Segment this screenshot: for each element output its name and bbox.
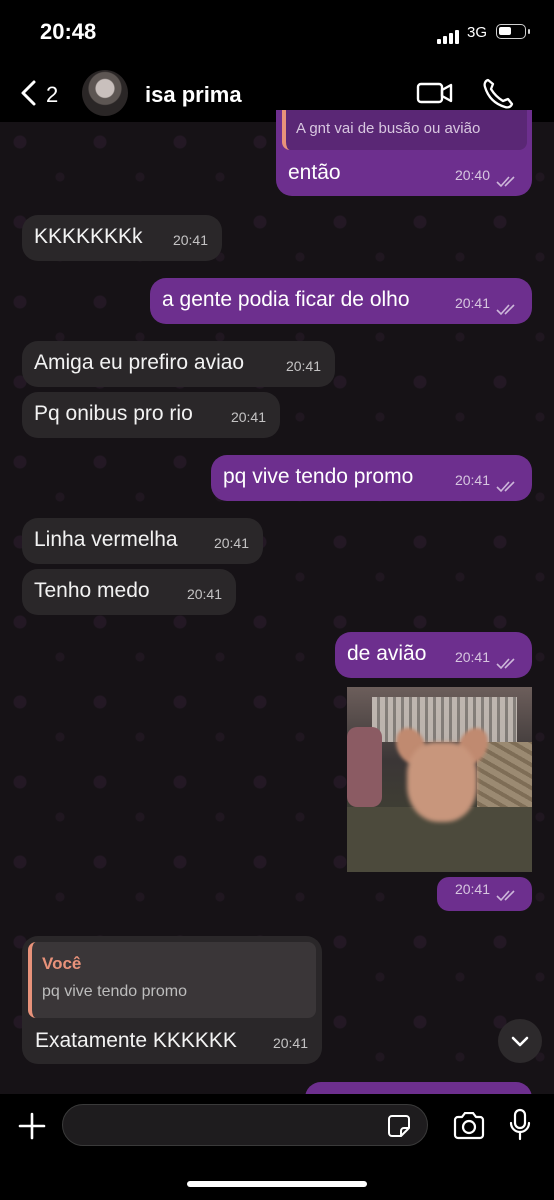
message-text: Linha vermelha <box>34 528 178 551</box>
message-text: Tenho medo <box>34 579 150 602</box>
message-incoming[interactable]: Tenho medo 20:41 <box>22 569 236 615</box>
message-time: 20:41 <box>186 586 222 602</box>
message-incoming[interactable]: Amiga eu prefiro aviao 20:41 <box>22 341 335 387</box>
message-incoming[interactable]: Você pq vive tendo promo Exatamente KKKK… <box>22 936 322 1064</box>
quoted-message[interactable]: A gnt vai de busão ou avião <box>282 110 527 150</box>
back-count[interactable]: 2 <box>46 82 58 108</box>
quoted-text: A gnt vai de busão ou avião <box>296 120 481 137</box>
status-time: 20:48 <box>40 19 97 44</box>
message-text: de avião <box>347 642 427 665</box>
message-outgoing[interactable]: pq vive tendo promo 20:41 <box>211 455 532 501</box>
message-text: Amiga eu prefiro aviao <box>34 351 245 374</box>
message-input[interactable] <box>62 1104 428 1146</box>
double-check-icon <box>496 176 515 188</box>
camera-icon[interactable] <box>452 1112 486 1140</box>
mic-icon[interactable] <box>508 1108 532 1142</box>
avatar[interactable] <box>82 70 128 116</box>
message-time: 20:41 <box>172 232 208 248</box>
message-time: 20:41 <box>454 295 490 311</box>
message-time: 20:41 <box>454 881 490 897</box>
sticker-icon[interactable] <box>387 1114 411 1138</box>
message-incoming[interactable]: KKKKKKKk 20:41 <box>22 215 222 261</box>
message-text: Pq onibus pro rio <box>34 402 193 425</box>
contact-name[interactable]: isa prima <box>145 82 242 108</box>
back-chevron-icon[interactable] <box>14 76 48 110</box>
message-text: Exatamente KKKKKK <box>35 1029 237 1052</box>
chevron-down-icon <box>511 1036 529 1047</box>
double-check-icon <box>496 481 515 493</box>
message-time: 20:40 <box>454 167 490 183</box>
message-time: 20:41 <box>213 535 249 551</box>
network-type: 3G <box>467 24 488 41</box>
message-outgoing[interactable]: de avião 20:41 <box>335 632 532 678</box>
message-outgoing[interactable]: A gnt vai de busão ou avião então 20:40 <box>276 110 532 196</box>
input-bar <box>0 1094 554 1200</box>
phone-icon[interactable] <box>480 76 516 112</box>
message-time: 20:41 <box>230 409 266 425</box>
message-time: 20:41 <box>454 472 490 488</box>
home-indicator <box>187 1181 367 1187</box>
message-text: a gente podia ficar de olho <box>162 288 410 311</box>
quoted-text: pq vive tendo promo <box>42 983 187 1000</box>
status-bar: 20:48 3G <box>0 0 554 62</box>
message-outgoing[interactable]: a gente podia ficar de olho 20:41 <box>150 278 532 324</box>
photo-time-pill: 20:41 <box>437 877 532 911</box>
double-check-icon <box>496 890 515 902</box>
signal-icon <box>437 26 461 44</box>
message-incoming[interactable]: Linha vermelha 20:41 <box>22 518 263 564</box>
video-icon[interactable] <box>415 76 455 110</box>
message-text: então <box>288 161 341 184</box>
battery-icon <box>496 24 530 39</box>
message-text: KKKKKKKk <box>34 225 143 248</box>
quoted-author: Você <box>42 954 82 973</box>
message-time: 20:41 <box>454 649 490 665</box>
message-text: pq vive tendo promo <box>223 465 414 488</box>
double-check-icon <box>496 304 515 316</box>
dog-photo <box>407 742 477 822</box>
message-incoming[interactable]: Pq onibus pro rio 20:41 <box>22 392 280 438</box>
message-time: 20:41 <box>272 1035 308 1051</box>
photo-message[interactable] <box>347 687 532 872</box>
scroll-down-button[interactable] <box>498 1019 542 1063</box>
plus-icon[interactable] <box>16 1110 48 1142</box>
double-check-icon <box>496 658 515 670</box>
message-time: 20:41 <box>285 358 321 374</box>
quoted-message[interactable]: Você pq vive tendo promo <box>28 942 316 1018</box>
